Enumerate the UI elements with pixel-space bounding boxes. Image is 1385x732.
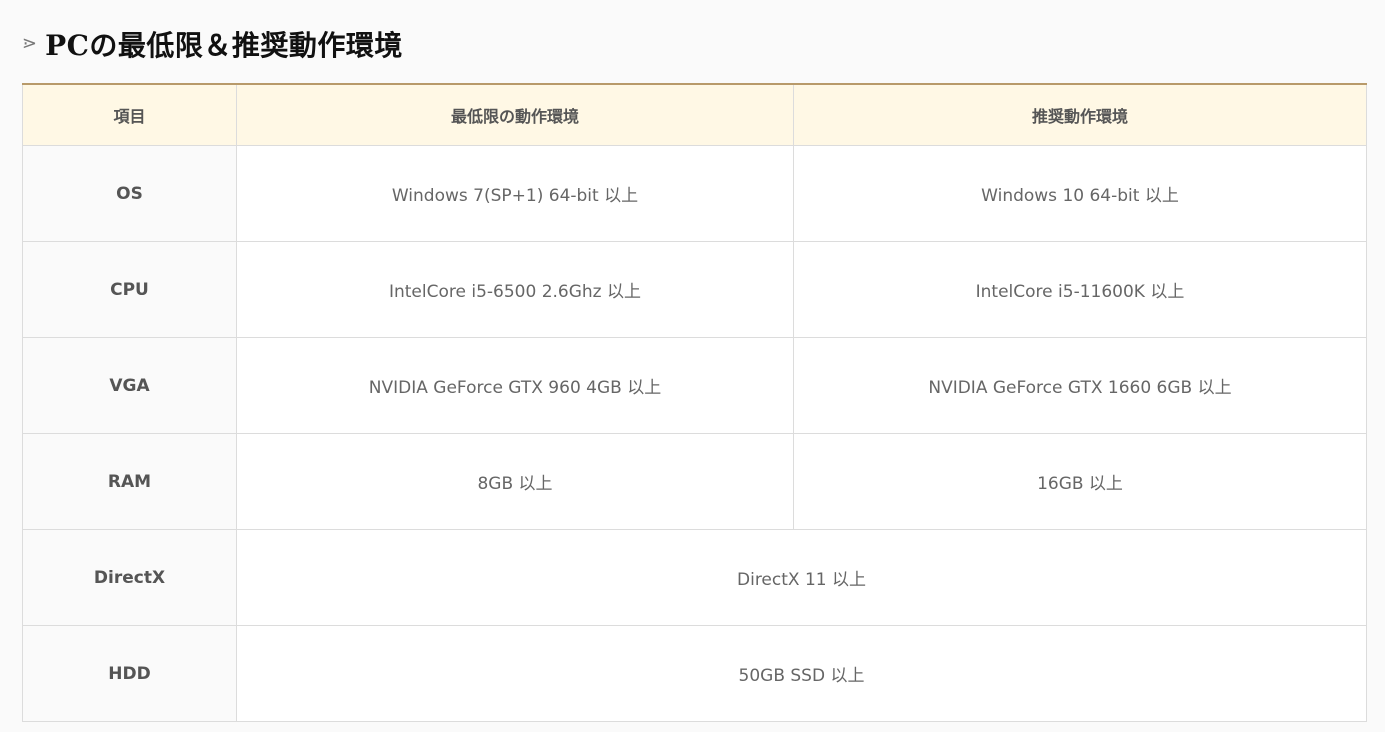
page-title: PCの最低限＆推奨動作環境 [45, 29, 403, 62]
row-label: VGA [22, 337, 237, 434]
table-row-cpu: CPU IntelCore i5-6500 2.6Ghz 以上 IntelCor… [22, 241, 1367, 338]
row-label: CPU [22, 241, 237, 338]
min-value: 8GB 以上 [236, 433, 794, 530]
shared-value: 50GB SSD 以上 [236, 625, 1367, 722]
section-heading: ⋗ PCの最低限＆推奨動作環境 [22, 22, 403, 66]
rec-value: 16GB 以上 [793, 433, 1367, 530]
row-label: HDD [22, 625, 237, 722]
min-value: Windows 7(SP+1) 64-bit 以上 [236, 145, 794, 242]
table-row-os: OS Windows 7(SP+1) 64-bit 以上 Windows 10 … [22, 145, 1367, 242]
min-value: IntelCore i5-6500 2.6Ghz 以上 [236, 241, 794, 338]
table-header-row: 項目 最低限の動作環境 推奨動作環境 [22, 84, 1367, 146]
row-label: OS [22, 145, 237, 242]
spec-table: 項目 最低限の動作環境 推奨動作環境 OS Windows 7(SP+1) 64… [22, 83, 1367, 722]
rec-value: NVIDIA GeForce GTX 1660 6GB 以上 [793, 337, 1367, 434]
header-minimum: 最低限の動作環境 [236, 84, 794, 146]
chevron-right-icon: ⋗ [22, 33, 38, 54]
min-value: NVIDIA GeForce GTX 960 4GB 以上 [236, 337, 794, 434]
shared-value: DirectX 11 以上 [236, 529, 1367, 626]
table-row-directx: DirectX DirectX 11 以上 [22, 529, 1367, 626]
rec-value: Windows 10 64-bit 以上 [793, 145, 1367, 242]
table-row-vga: VGA NVIDIA GeForce GTX 960 4GB 以上 NVIDIA… [22, 337, 1367, 434]
rec-value: IntelCore i5-11600K 以上 [793, 241, 1367, 338]
table-row-ram: RAM 8GB 以上 16GB 以上 [22, 433, 1367, 530]
header-item: 項目 [22, 84, 237, 146]
row-label: DirectX [22, 529, 237, 626]
row-label: RAM [22, 433, 237, 530]
header-recommended: 推奨動作環境 [793, 84, 1367, 146]
table-row-hdd: HDD 50GB SSD 以上 [22, 625, 1367, 722]
